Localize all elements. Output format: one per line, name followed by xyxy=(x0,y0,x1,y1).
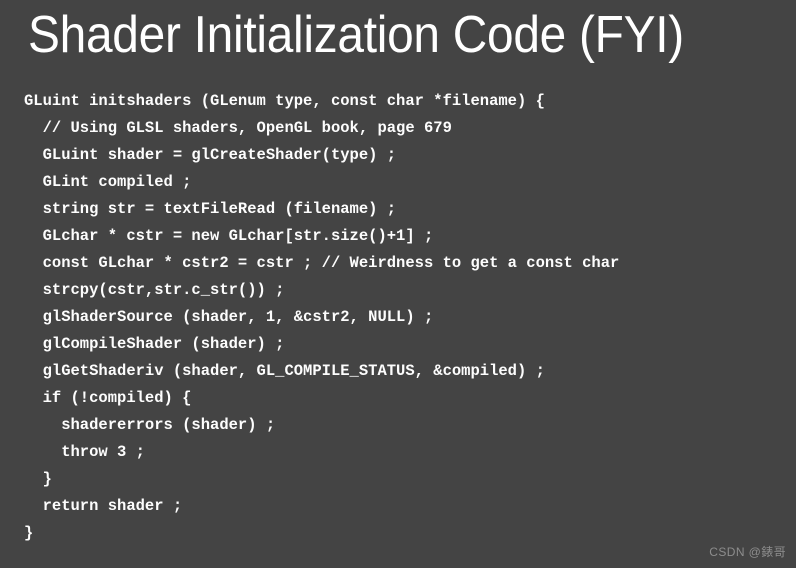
code-line: // Using GLSL shaders, OpenGL book, page… xyxy=(24,119,452,137)
code-line: GLchar * cstr = new GLchar[str.size()+1]… xyxy=(24,227,434,245)
code-line: GLint compiled ; xyxy=(24,173,192,191)
code-line: return shader ; xyxy=(24,497,183,515)
code-line: strcpy(cstr,str.c_str()) ; xyxy=(24,281,285,299)
code-line: GLuint shader = glCreateShader(type) ; xyxy=(24,146,397,164)
code-line: } xyxy=(24,524,34,542)
code-line: } xyxy=(24,470,52,488)
watermark-label: CSDN @錶哥 xyxy=(709,545,786,559)
code-line: const GLchar * cstr2 = cstr ; // Weirdne… xyxy=(24,254,620,272)
page-title: Shader Initialization Code (FYI) xyxy=(28,6,684,64)
code-line: GLuint initshaders (GLenum type, const c… xyxy=(24,92,545,110)
code-line: glCompileShader (shader) ; xyxy=(24,335,285,353)
code-line: throw 3 ; xyxy=(24,443,145,461)
code-line: if (!compiled) { xyxy=(24,389,192,407)
slide-canvas: Shader Initialization Code (FYI) GLuint … xyxy=(0,0,796,568)
code-line: glShaderSource (shader, 1, &cstr2, NULL)… xyxy=(24,308,434,326)
code-line: shadererrors (shader) ; xyxy=(24,416,276,434)
code-line: glGetShaderiv (shader, GL_COMPILE_STATUS… xyxy=(24,362,545,380)
code-listing: GLuint initshaders (GLenum type, const c… xyxy=(24,88,784,547)
code-line: string str = textFileRead (filename) ; xyxy=(24,200,397,218)
